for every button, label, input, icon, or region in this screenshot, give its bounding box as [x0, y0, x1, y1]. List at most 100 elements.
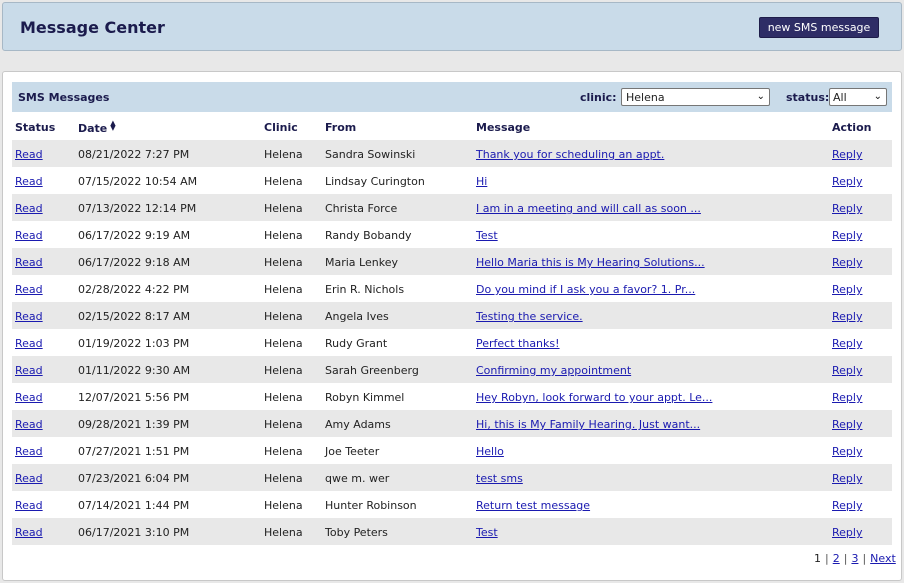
reply-link[interactable]: Reply	[832, 175, 862, 188]
reply-link[interactable]: Reply	[832, 202, 862, 215]
column-header-from: From	[325, 121, 357, 134]
status-read-link[interactable]: Read	[15, 283, 43, 296]
message-preview-link[interactable]: Hi, this is My Family Hearing. Just want…	[476, 418, 700, 431]
message-date: 01/11/2022 9:30 AM	[78, 364, 191, 377]
status-read-link[interactable]: Read	[15, 364, 43, 377]
reply-link[interactable]: Reply	[832, 148, 862, 161]
table-row: Read 09/28/2021 1:39 PM Helena Amy Adams Hi,…	[12, 410, 892, 437]
message-date: 07/23/2021 6:04 PM	[78, 472, 190, 485]
table-row: Read 07/14/2021 1:44 PM Helena Hunter Robin…	[12, 491, 892, 518]
pagination: 1 | 2 | 3 | Next	[814, 552, 896, 565]
message-date: 02/15/2022 8:17 AM	[78, 310, 191, 323]
page-link-2[interactable]: 2	[833, 552, 840, 565]
page-title: Message Center	[20, 18, 165, 37]
message-preview-link[interactable]: Thank you for scheduling an appt.	[476, 148, 664, 161]
clinic-filter-label: clinic:	[580, 91, 617, 104]
message-preview-link[interactable]: Perfect thanks!	[476, 337, 560, 350]
message-preview-link[interactable]: Hey Robyn, look forward to your appt. Le…	[476, 391, 712, 404]
message-preview-link[interactable]: Test	[476, 229, 498, 242]
reply-link[interactable]: Reply	[832, 337, 862, 350]
table-row: Read 12/07/2021 5:56 PM Helena Robyn Kimmel…	[12, 383, 892, 410]
message-clinic: Helena	[264, 202, 303, 215]
message-sender: Hunter Robinson	[325, 499, 417, 512]
message-sender: Robyn Kimmel	[325, 391, 405, 404]
message-clinic: Helena	[264, 418, 303, 431]
message-preview-link[interactable]: I am in a meeting and will call as soon …	[476, 202, 701, 215]
reply-link[interactable]: Reply	[832, 472, 862, 485]
sort-icon[interactable]: ▲ ▼	[110, 120, 115, 134]
message-date: 01/19/2022 1:03 PM	[78, 337, 190, 350]
status-read-link[interactable]: Read	[15, 391, 43, 404]
status-filter-select[interactable]: All ⌄	[829, 88, 887, 106]
message-clinic: Helena	[264, 148, 303, 161]
clinic-filter-select[interactable]: Helena ⌄	[621, 88, 770, 106]
sms-messages-panel: SMS Messages clinic: Helena ⌄ status: Al…	[2, 71, 902, 581]
status-read-link[interactable]: Read	[15, 256, 43, 269]
column-header-date[interactable]: Date ▲ ▼	[78, 120, 116, 136]
reply-link[interactable]: Reply	[832, 256, 862, 269]
message-clinic: Helena	[264, 472, 303, 485]
reply-link[interactable]: Reply	[832, 364, 862, 377]
message-preview-link[interactable]: Do you mind if I ask you a favor? 1. Pr.…	[476, 283, 695, 296]
table-row: Read 06/17/2021 3:10 PM Helena Toby Peters T…	[12, 518, 892, 545]
reply-link[interactable]: Reply	[832, 418, 862, 431]
status-read-link[interactable]: Read	[15, 445, 43, 458]
table-row: Read 07/27/2021 1:51 PM Helena Joe Teeter He…	[12, 437, 892, 464]
message-preview-link[interactable]: Testing the service.	[476, 310, 583, 323]
reply-link[interactable]: Reply	[832, 445, 862, 458]
next-page-link[interactable]: Next	[870, 552, 896, 565]
page-link-3[interactable]: 3	[851, 552, 858, 565]
column-header-message: Message	[476, 121, 531, 134]
message-clinic: Helena	[264, 445, 303, 458]
message-preview-link[interactable]: Hi	[476, 175, 487, 188]
status-read-link[interactable]: Read	[15, 526, 43, 539]
message-preview-link[interactable]: Hello	[476, 445, 504, 458]
message-preview-link[interactable]: Return test message	[476, 499, 590, 512]
table-row: Read 08/21/2022 7:27 PM Helena Sandra Sowin…	[12, 140, 892, 167]
message-clinic: Helena	[264, 256, 303, 269]
message-sender: Amy Adams	[325, 418, 391, 431]
message-clinic: Helena	[264, 283, 303, 296]
status-read-link[interactable]: Read	[15, 472, 43, 485]
page-header: Message Center new SMS message	[2, 2, 902, 51]
column-header-clinic: Clinic	[264, 121, 298, 134]
reply-link[interactable]: Reply	[832, 526, 862, 539]
message-date: 06/17/2021 3:10 PM	[78, 526, 190, 539]
reply-link[interactable]: Reply	[832, 499, 862, 512]
message-preview-link[interactable]: Confirming my appointment	[476, 364, 631, 377]
message-preview-link[interactable]: Hello Maria this is My Hearing Solutions…	[476, 256, 705, 269]
message-sender: Christa Force	[325, 202, 398, 215]
message-clinic: Helena	[264, 526, 303, 539]
status-read-link[interactable]: Read	[15, 229, 43, 242]
status-read-link[interactable]: Read	[15, 202, 43, 215]
message-clinic: Helena	[264, 364, 303, 377]
message-clinic: Helena	[264, 175, 303, 188]
status-read-link[interactable]: Read	[15, 337, 43, 350]
status-read-link[interactable]: Read	[15, 418, 43, 431]
message-date: 06/17/2022 9:19 AM	[78, 229, 191, 242]
message-preview-link[interactable]: Test	[476, 526, 498, 539]
message-date: 07/14/2021 1:44 PM	[78, 499, 190, 512]
table-row: Read 01/11/2022 9:30 AM Helena Sarah Greenb…	[12, 356, 892, 383]
reply-link[interactable]: Reply	[832, 229, 862, 242]
reply-link[interactable]: Reply	[832, 391, 862, 404]
status-filter-label: status:	[786, 91, 830, 104]
status-read-link[interactable]: Read	[15, 175, 43, 188]
message-preview-link[interactable]: test sms	[476, 472, 523, 485]
reply-link[interactable]: Reply	[832, 310, 862, 323]
message-sender: Sarah Greenberg	[325, 364, 419, 377]
chevron-down-icon: ⌄	[873, 91, 882, 102]
column-header-action: Action	[832, 121, 872, 134]
status-read-link[interactable]: Read	[15, 499, 43, 512]
message-sender: Randy Bobandy	[325, 229, 412, 242]
new-sms-message-button[interactable]: new SMS message	[759, 17, 879, 38]
status-read-link[interactable]: Read	[15, 148, 43, 161]
message-sender: Toby Peters	[325, 526, 388, 539]
message-date: 12/07/2021 5:56 PM	[78, 391, 190, 404]
message-sender: Maria Lenkey	[325, 256, 398, 269]
reply-link[interactable]: Reply	[832, 283, 862, 296]
table-row: Read 07/15/2022 10:54 AM Helena Lindsay Cur…	[12, 167, 892, 194]
status-filter-value: All	[833, 90, 847, 104]
status-read-link[interactable]: Read	[15, 310, 43, 323]
message-date: 06/17/2022 9:18 AM	[78, 256, 191, 269]
